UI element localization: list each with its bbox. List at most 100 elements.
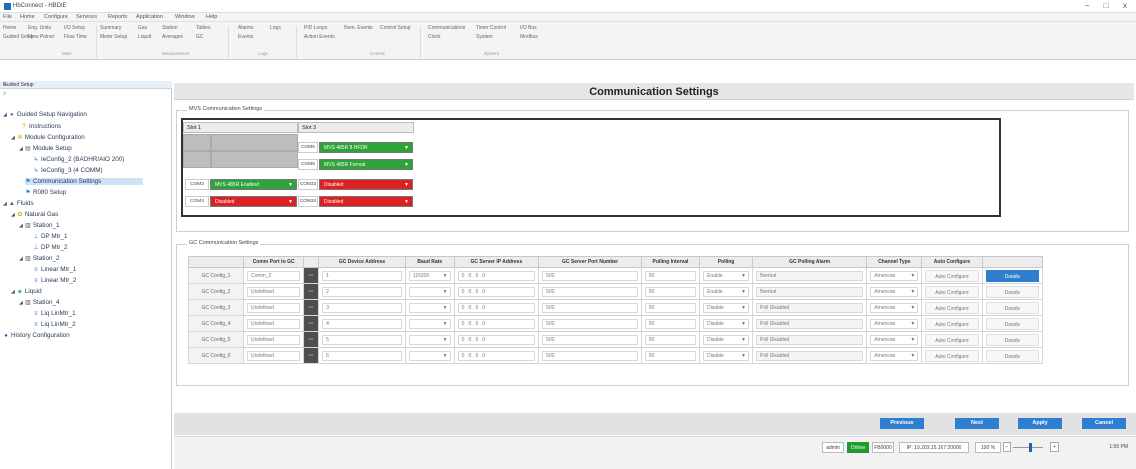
ellipsis-button[interactable]: ···	[303, 347, 320, 364]
ribbon-liquid-button[interactable]: Liquid	[138, 34, 151, 40]
ribbon-averages-button[interactable]: Averages	[162, 34, 183, 40]
server-ip-input[interactable]: 0 . 0 . 0 . 0	[457, 270, 536, 281]
details-button[interactable]: Details	[985, 349, 1039, 362]
zoom-in-icon[interactable]: +	[1050, 442, 1059, 452]
com4-dropdown[interactable]: Disabled ▼	[210, 196, 297, 207]
comm-port-field[interactable]: Undefined	[247, 286, 301, 297]
auto-configure-button[interactable]: Auto Configure	[925, 349, 979, 362]
server-port-input[interactable]: 502	[542, 350, 638, 361]
tree-dp-mtr-2[interactable]: ⊥ DP Mtr_2	[33, 244, 67, 251]
baud-rate-select[interactable]: ▼	[408, 350, 451, 361]
expand-arrow-icon[interactable]: ◢	[11, 212, 15, 218]
ribbon-tables-button[interactable]: Tables	[196, 25, 210, 31]
minimize-button[interactable]: –	[1078, 1, 1096, 10]
tree-r080-setup[interactable]: ⚑ R080 Setup	[25, 189, 66, 196]
menu-help[interactable]: Help	[206, 14, 217, 20]
previous-button[interactable]: Previous	[880, 418, 924, 429]
comm-port-field[interactable]: Undefined	[247, 334, 301, 345]
tree-guided-setup-navigation[interactable]: ◢ ● Guided Setup Navigation	[3, 111, 87, 118]
baud-rate-select[interactable]: 115200 ▼	[408, 270, 451, 281]
ellipsis-button[interactable]: ···	[303, 283, 320, 300]
ribbon-home-button[interactable]: Home	[3, 25, 16, 31]
ellipsis-button[interactable]: ···	[303, 331, 320, 348]
tree-liquid[interactable]: ◢ ◈ Liquid	[11, 288, 42, 295]
device-address-input[interactable]: 1	[322, 270, 402, 281]
baud-rate-select[interactable]: ▼	[408, 318, 451, 329]
ribbon-modbus-button[interactable]: Modbus	[520, 34, 538, 40]
auto-configure-button[interactable]: Auto Configure	[925, 301, 979, 314]
details-button[interactable]: Details	[985, 285, 1039, 298]
ribbon-action-events-button[interactable]: Action Events	[304, 34, 335, 40]
polling-select[interactable]: Enable ▼	[703, 286, 749, 297]
ribbon-eng-units-button[interactable]: Eng. Units	[28, 25, 51, 31]
details-button[interactable]: Details	[985, 333, 1039, 346]
comm-port-field[interactable]: Undefined	[247, 318, 301, 329]
polling-interval-input[interactable]: 60	[644, 270, 697, 281]
tree-liq-linmtr-1[interactable]: ≡ Liq LinMtr_1	[33, 310, 75, 317]
baud-rate-select[interactable]: ▼	[408, 302, 451, 313]
menu-window[interactable]: Window	[175, 14, 195, 20]
com33-dropdown[interactable]: Disabled ▼	[319, 179, 413, 190]
tree-ieconfig-3[interactable]: ↳ IeConfig_3 (4 COMM)	[33, 167, 102, 174]
zoom-out-icon[interactable]: −	[1003, 442, 1011, 452]
menu-reports[interactable]: Reports	[108, 14, 127, 20]
device-address-input[interactable]: 2	[322, 286, 402, 297]
device-address-input[interactable]: 6	[322, 350, 402, 361]
ribbon-flow-polner-button[interactable]: Flow Polner	[28, 34, 54, 40]
polling-interval-input[interactable]: 60	[644, 350, 697, 361]
details-button[interactable]: Details	[985, 269, 1039, 282]
polling-select[interactable]: Disable ▼	[703, 334, 749, 345]
expand-arrow-icon[interactable]: ◢	[3, 201, 7, 207]
expand-arrow-icon[interactable]: ◢	[19, 300, 23, 306]
channel-type-select[interactable]: American ▼	[870, 270, 919, 281]
channel-type-select[interactable]: American ▼	[870, 302, 919, 313]
comm-port-field[interactable]: Undefined	[247, 350, 301, 361]
device-address-input[interactable]: 4	[322, 318, 402, 329]
zoom-thumb[interactable]	[1029, 443, 1032, 452]
tree-liq-linmtr-2[interactable]: ≡ Liq LinMtr_2	[33, 321, 75, 328]
menu-home[interactable]: Home	[20, 14, 35, 20]
close-button[interactable]: x	[1116, 1, 1134, 10]
tree-natural-gas[interactable]: ◢ ✿ Natural Gas	[11, 211, 58, 218]
ribbon-alarms-button[interactable]: Alarms	[238, 25, 254, 31]
menu-file[interactable]: File	[3, 14, 12, 20]
tree-linear-mtr-2[interactable]: ≡ Linear Mtr_2	[33, 277, 76, 284]
polling-interval-input[interactable]: 60	[644, 318, 697, 329]
server-ip-input[interactable]: 0 . 0 . 0 . 0	[457, 334, 536, 345]
ribbon-events-button[interactable]: Events	[238, 34, 253, 40]
details-button[interactable]: Details	[985, 301, 1039, 314]
tree-station-2[interactable]: ◢ ▥ Station_2	[19, 255, 59, 262]
channel-type-select[interactable]: American ▼	[870, 334, 919, 345]
channel-type-select[interactable]: American ▼	[870, 350, 919, 361]
tree-dp-mtr-1[interactable]: ⊥ DP Mtr_1	[33, 233, 67, 240]
search-icon[interactable]: ⌕	[3, 91, 6, 98]
expand-arrow-icon[interactable]: ◢	[19, 223, 23, 229]
ribbon-meter-setup-button[interactable]: Meter Setup	[100, 34, 127, 40]
channel-type-select[interactable]: American ▼	[870, 286, 919, 297]
menu-configure[interactable]: Configure	[44, 14, 68, 20]
auto-configure-button[interactable]: Auto Configure	[925, 333, 979, 346]
com5-dropdown[interactable]: MVS 485R 8 HFDR ▼	[319, 142, 413, 153]
server-ip-input[interactable]: 0 . 0 . 0 . 0	[457, 302, 536, 313]
expand-arrow-icon[interactable]: ◢	[19, 146, 23, 152]
tree-module-configuration[interactable]: ◢ ✲ Module Configuration	[11, 134, 85, 141]
server-port-input[interactable]: 502	[542, 334, 638, 345]
expand-arrow-icon[interactable]: ◢	[11, 135, 15, 141]
ribbon-clock-button[interactable]: Clock	[428, 34, 441, 40]
ribbon-io-setup-button[interactable]: I/O Setup	[64, 25, 85, 31]
ribbon-gc-button[interactable]: GC	[196, 34, 204, 40]
polling-select[interactable]: Disable ▼	[703, 350, 749, 361]
ribbon-flow-time-button[interactable]: Flow Time	[64, 34, 87, 40]
ribbon-control-setup-button[interactable]: Control Setup	[380, 25, 411, 31]
server-port-input[interactable]: 502	[542, 302, 638, 313]
ellipsis-button[interactable]: ···	[303, 299, 320, 316]
tree-station-4[interactable]: ◢ ▥ Station_4	[19, 299, 59, 306]
menu-services[interactable]: Services	[76, 14, 97, 20]
expand-arrow-icon[interactable]: ◢	[19, 256, 23, 262]
server-ip-input[interactable]: 0 . 0 . 0 . 0	[457, 350, 536, 361]
baud-rate-select[interactable]: ▼	[408, 334, 451, 345]
polling-interval-input[interactable]: 60	[644, 302, 697, 313]
tree-linear-mtr-1[interactable]: ≡ Linear Mtr_1	[33, 266, 76, 273]
menu-application[interactable]: Application	[136, 14, 163, 20]
polling-interval-input[interactable]: 60	[644, 286, 697, 297]
